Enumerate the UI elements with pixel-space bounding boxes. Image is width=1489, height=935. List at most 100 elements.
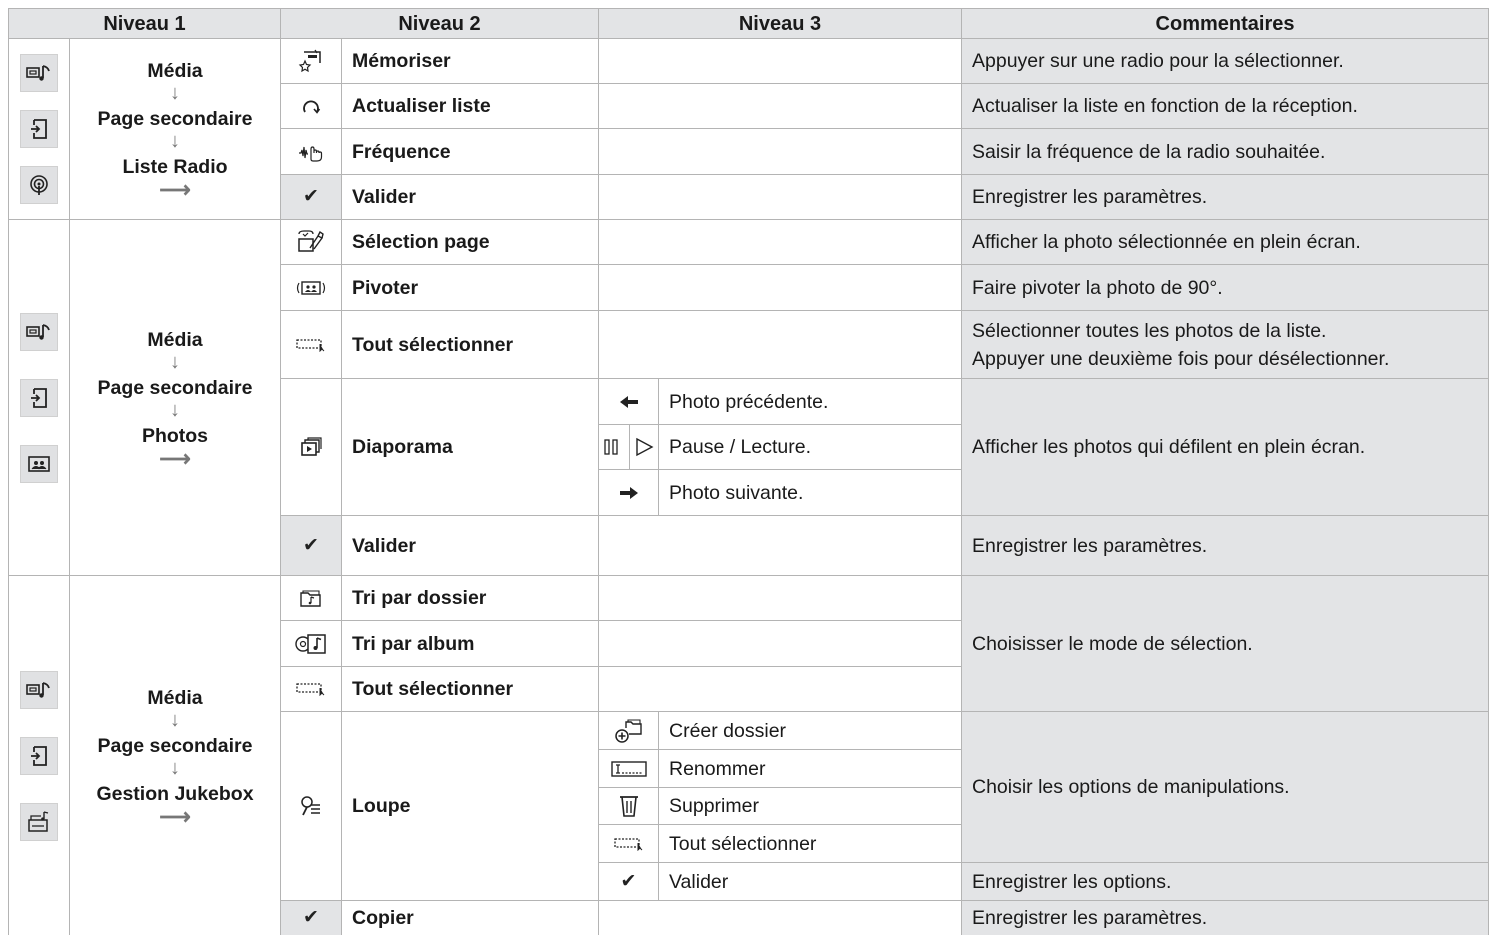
row-actualiser-niveau3 bbox=[599, 84, 962, 129]
memorise-icon bbox=[281, 39, 342, 84]
row-tout-selectionner-niveau3 bbox=[599, 311, 962, 379]
row-tri-dossier-label: Tri par dossier bbox=[342, 576, 599, 621]
comment-line-1: Sélectionner toutes les photos de la lis… bbox=[972, 319, 1327, 342]
section-3-nav-icons bbox=[8, 576, 70, 935]
rename-icon bbox=[599, 750, 659, 788]
row-actualiser-comment: Actualiser la liste en fonction de la ré… bbox=[962, 84, 1489, 129]
row-tout-selectionner-comment: Sélectionner toutes les photos de la lis… bbox=[962, 311, 1489, 379]
sub-tout-selectionner: Tout sélectionner bbox=[659, 825, 962, 863]
media-icon bbox=[20, 312, 58, 351]
page-select-icon bbox=[281, 220, 342, 265]
comment-mode-selection: Choisisser le mode de sélection. bbox=[962, 576, 1489, 712]
arrow-down-icon: ↓ bbox=[170, 708, 180, 731]
row-diaporama-label: Diaporama bbox=[342, 379, 599, 516]
row-valider-label: Valider bbox=[342, 516, 599, 576]
checkmark-icon: ✔ bbox=[281, 516, 342, 576]
check-glyph: ✔ bbox=[303, 534, 319, 556]
radio-list-icon bbox=[20, 166, 58, 204]
secondary-page-icon bbox=[20, 378, 58, 417]
section-1-nav-icons bbox=[8, 39, 70, 220]
photos-icon bbox=[20, 444, 58, 483]
row-tout-selectionner-label: Tout sélectionner bbox=[342, 667, 599, 712]
magnifier-icon bbox=[281, 712, 342, 901]
row-pivoter-label: Pivoter bbox=[342, 265, 599, 311]
arrow-down-icon: ↓ bbox=[170, 756, 180, 779]
checkmark-icon: ✔ bbox=[281, 901, 342, 935]
arrow-down-icon: ↓ bbox=[170, 82, 180, 104]
sub-photo-precedente: Photo précédente. bbox=[659, 379, 962, 425]
path-page-secondaire: Page secondaire bbox=[97, 376, 253, 399]
jukebox-icon bbox=[20, 802, 58, 841]
row-diaporama-comment: Afficher les photos qui défilent en plei… bbox=[962, 379, 1489, 516]
header-niveau-3: Niveau 3 bbox=[599, 8, 962, 39]
row-copier-label: Copier bbox=[342, 901, 599, 935]
row-pivoter-niveau3 bbox=[599, 265, 962, 311]
media-icon bbox=[20, 670, 58, 709]
row-loupe-label: Loupe bbox=[342, 712, 599, 901]
select-all-icon bbox=[281, 667, 342, 712]
album-sort-icon bbox=[281, 621, 342, 667]
sub-renommer: Renommer bbox=[659, 750, 962, 788]
check-glyph: ✔ bbox=[620, 870, 637, 892]
row-frequence-label: Fréquence bbox=[342, 129, 599, 175]
arrow-right-icon: ⟶ bbox=[159, 177, 191, 202]
comment-line-2: Appuyer une deuxième fois pour désélecti… bbox=[972, 347, 1390, 370]
row-valider-niveau3 bbox=[599, 175, 962, 220]
checkmark-icon: ✔ bbox=[599, 863, 659, 901]
select-all-icon bbox=[599, 825, 659, 863]
row-memoriser-label: Mémoriser bbox=[342, 39, 599, 84]
row-copier-niveau3 bbox=[599, 901, 962, 935]
section-3-path: Média ↓ Page secondaire ↓ Gestion Jukebo… bbox=[70, 576, 281, 935]
frequency-icon bbox=[281, 129, 342, 175]
create-folder-icon bbox=[599, 712, 659, 750]
sub-pause-lecture: Pause / Lecture. bbox=[659, 425, 962, 470]
check-glyph: ✔ bbox=[303, 907, 319, 928]
row-memoriser-niveau3 bbox=[599, 39, 962, 84]
section-2-path: Média ↓ Page secondaire ↓ Photos ⟶ bbox=[70, 220, 281, 576]
path-page-secondaire: Page secondaire bbox=[97, 108, 253, 130]
arrow-right-icon: ⟶ bbox=[159, 803, 191, 829]
arrow-down-icon: ↓ bbox=[170, 130, 180, 152]
arrow-down-icon: ↓ bbox=[170, 398, 180, 421]
row-tri-dossier-niveau3 bbox=[599, 576, 962, 621]
arrow-right-icon bbox=[599, 470, 659, 516]
select-all-icon bbox=[281, 311, 342, 379]
arrow-down-icon: ↓ bbox=[170, 350, 180, 373]
comment-enregistrer-options: Enregistrer les options. bbox=[962, 863, 1489, 901]
row-tout-selectionner-label: Tout sélectionner bbox=[342, 311, 599, 379]
secondary-page-icon bbox=[20, 110, 58, 148]
section-1-path: Média ↓ Page secondaire ↓ Liste Radio ⟶ bbox=[70, 39, 281, 220]
row-selection-page-comment: Afficher la photo sélectionnée en plein … bbox=[962, 220, 1489, 265]
row-valider-label: Valider bbox=[342, 175, 599, 220]
folder-sort-icon bbox=[281, 576, 342, 621]
trash-icon bbox=[599, 788, 659, 825]
path-media: Média bbox=[147, 686, 203, 709]
section-2-nav-icons bbox=[8, 220, 70, 576]
pause-play-icon bbox=[599, 424, 659, 470]
path-page-secondaire: Page secondaire bbox=[97, 734, 253, 757]
header-niveau-2: Niveau 2 bbox=[281, 8, 599, 39]
rotate-icon bbox=[281, 265, 342, 311]
row-actualiser-label: Actualiser liste bbox=[342, 84, 599, 129]
row-memoriser-comment: Appuyer sur une radio pour la sélectionn… bbox=[962, 39, 1489, 84]
sub-creer-dossier: Créer dossier bbox=[659, 712, 962, 750]
row-valider-niveau3 bbox=[599, 516, 962, 576]
refresh-icon bbox=[281, 84, 342, 129]
comment-options-manipulations: Choisir les options de manipulations. bbox=[962, 712, 1489, 863]
row-frequence-niveau3 bbox=[599, 129, 962, 175]
path-media: Média bbox=[147, 60, 203, 82]
row-selection-page-label: Sélection page bbox=[342, 220, 599, 265]
sub-valider: Valider bbox=[659, 863, 962, 901]
path-media: Média bbox=[147, 328, 203, 351]
row-selection-page-niveau3 bbox=[599, 220, 962, 265]
row-tri-album-niveau3 bbox=[599, 621, 962, 667]
row-frequence-comment: Saisir la fréquence de la radio souhaité… bbox=[962, 129, 1489, 175]
row-valider-comment: Enregistrer les paramètres. bbox=[962, 516, 1489, 576]
secondary-page-icon bbox=[20, 736, 58, 775]
header-niveau-1: Niveau 1 bbox=[8, 8, 281, 39]
sub-photo-suivante: Photo suivante. bbox=[659, 470, 962, 516]
check-glyph: ✔ bbox=[303, 186, 319, 207]
row-pivoter-comment: Faire pivoter la photo de 90°. bbox=[962, 265, 1489, 311]
arrow-left-icon bbox=[599, 379, 659, 425]
media-icon bbox=[20, 54, 58, 92]
